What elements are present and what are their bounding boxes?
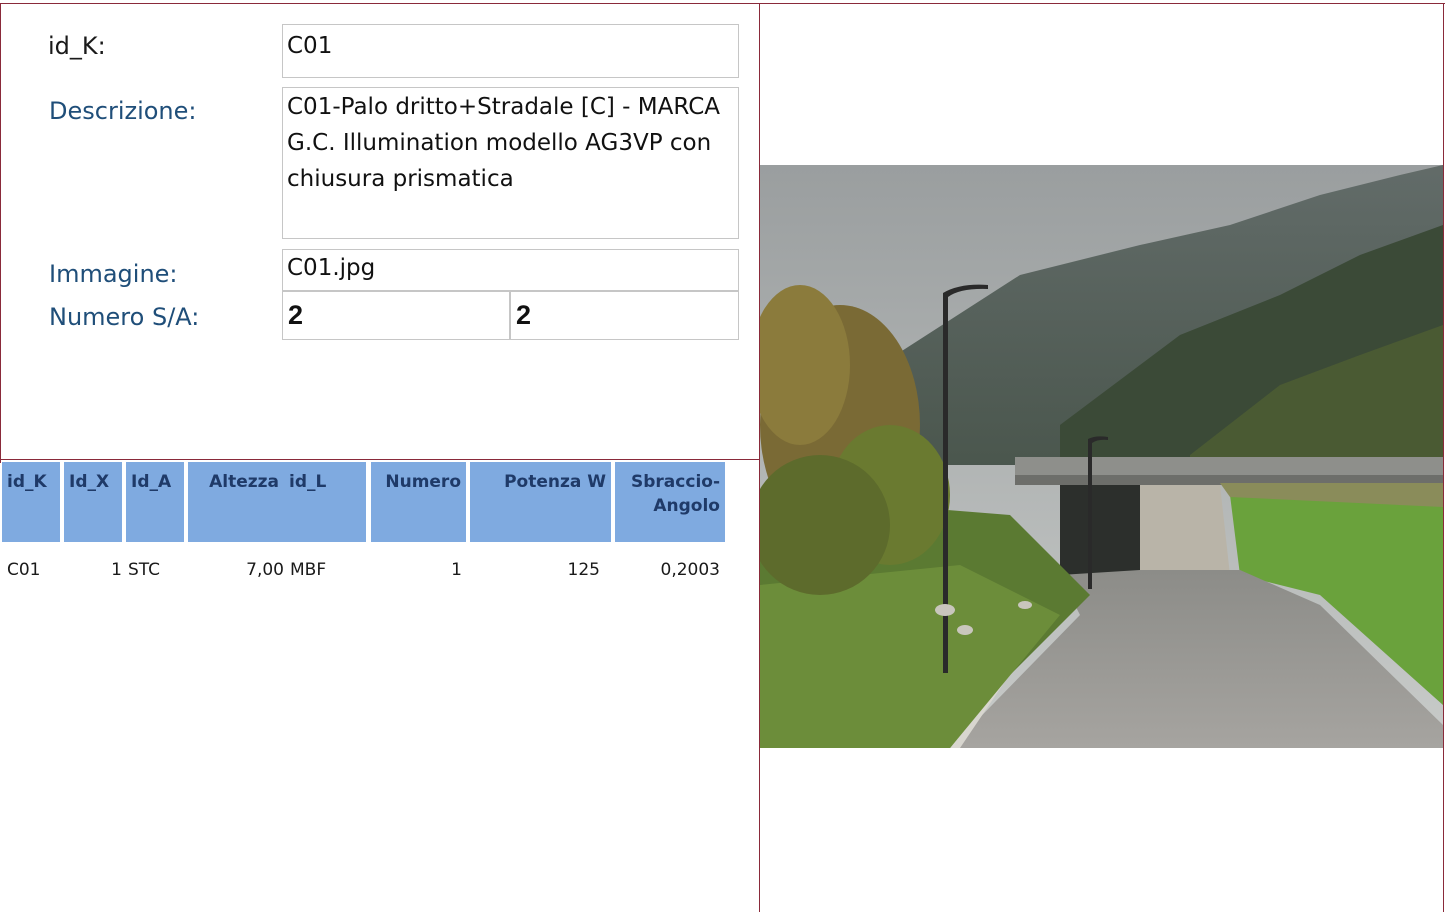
numero-a-field[interactable]: 2 — [510, 291, 739, 340]
column-header-id-k: id_K — [2, 462, 60, 542]
frame-separator — [0, 459, 759, 460]
cell-id-l: MBF — [290, 560, 327, 580]
cell-sbraccio-angolo: 0,2003 — [660, 560, 720, 580]
descrizione-label: Descrizione: — [49, 97, 197, 125]
id-k-field[interactable]: C01 — [282, 24, 739, 78]
cell-potenza-w: 125 — [567, 560, 600, 580]
cell-numero: 1 — [451, 560, 462, 580]
numero-s-field[interactable]: 2 — [282, 291, 510, 340]
column-header-potenza-w: Potenza W — [470, 462, 611, 542]
cell-id-x: 1 — [111, 560, 122, 580]
column-header-altezza: Altezza — [188, 462, 284, 542]
descrizione-field[interactable]: C01-Palo dritto+Stradale [C] - MARCA G.C… — [282, 87, 739, 239]
column-header-numero: Numero — [371, 462, 466, 542]
frame-top-border — [0, 3, 1445, 4]
frame-right-border — [1443, 3, 1444, 912]
column-header-id-x: Id_X — [64, 462, 122, 542]
immagine-field[interactable]: C01.jpg — [282, 249, 739, 291]
street-light-photo — [760, 165, 1443, 748]
column-header-id-l: id_L — [284, 462, 366, 542]
column-header-id-a: Id_A — [126, 462, 184, 542]
column-header-sbraccio-angolo: Sbraccio-Angolo — [615, 462, 725, 542]
numero-sa-label: Numero S/A: — [49, 303, 200, 331]
cell-altezza: 7,00 — [246, 560, 284, 580]
cell-id-k: C01 — [7, 560, 41, 580]
cell-id-a: STC — [128, 560, 161, 580]
immagine-label: Immagine: — [49, 260, 178, 288]
frame-left-border — [0, 3, 1, 463]
id-k-label: id_K: — [48, 32, 106, 60]
